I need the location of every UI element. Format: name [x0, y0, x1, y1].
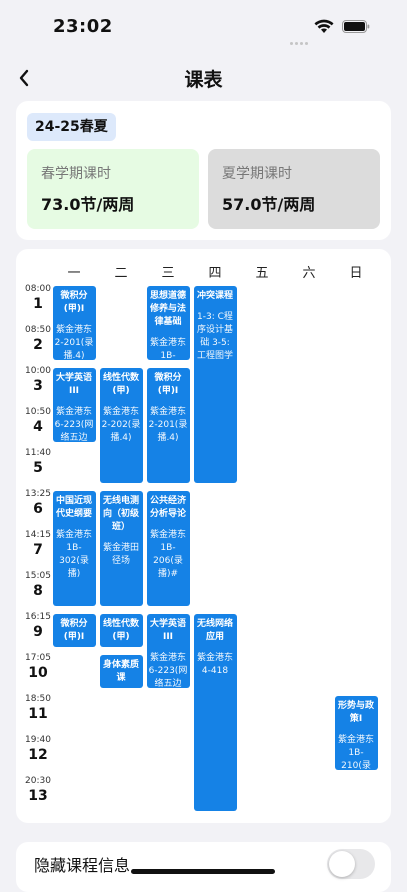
period-time: 16:15	[25, 612, 51, 622]
course-name: 线性代数(甲)	[102, 619, 139, 642]
period-number: 2	[33, 337, 43, 353]
day-header: 三	[161, 266, 175, 281]
course-name: 形势与政策Ⅰ	[337, 701, 374, 724]
spring-term-value: 73.0节/两周	[41, 195, 135, 214]
course-name: 无线电测向（初级班）	[102, 496, 139, 532]
course-name: 大学英语III	[149, 619, 186, 642]
course-room: 紫金港东1B-302(录播)	[149, 338, 186, 360]
period-time: 11:40	[25, 448, 51, 458]
course-name: 思想道德修养与法律基础	[149, 291, 186, 327]
period-time: 19:40	[25, 735, 51, 745]
course-block[interactable]: 线性代数(甲)	[99, 614, 143, 647]
period-time: 13:25	[25, 489, 51, 499]
period-number: 5	[33, 460, 43, 476]
course-block[interactable]: 线性代数(甲) 紫金港东2-202(录播.4)	[99, 368, 143, 483]
day-header: 二	[114, 266, 128, 281]
hide-info-label: 隐藏课程信息	[34, 856, 131, 875]
period-time: 17:05	[25, 653, 51, 663]
wifi-icon	[314, 19, 334, 33]
day-header: 六	[302, 266, 316, 281]
course-room: 紫金港东2-201(录播.4)	[148, 407, 188, 443]
battery-icon	[342, 20, 370, 33]
period-number: 7	[33, 542, 43, 558]
course-block[interactable]: 思想道德修养与法律基础紫金港东1B-302(录播)	[146, 286, 190, 360]
course-name: 身体素质课	[102, 660, 139, 683]
status-time: 23:02	[53, 16, 113, 37]
period-number: 12	[28, 747, 48, 763]
home-indicator	[131, 869, 275, 874]
hide-info-row: 隐藏课程信息	[16, 842, 391, 892]
semester-summary-card: 24-25春夏 春学期课时 73.0节/两周 夏学期课时 57.0节/两周	[16, 101, 391, 240]
period-number: 8	[33, 583, 43, 599]
summer-term-label: 夏学期课时	[222, 166, 292, 182]
course-block[interactable]: 微积分(甲)Ⅰ 紫金港东2-201(录播.4)	[52, 286, 96, 360]
navigation-bar: 课表	[0, 56, 407, 100]
hide-info-toggle[interactable]	[327, 849, 375, 879]
course-block[interactable]: 冲突课程 1-3: C程序设计基础 3-5: 工程图学	[193, 286, 237, 483]
day-header: 日	[349, 266, 363, 281]
period-number: 6	[33, 501, 43, 517]
course-name: 中国近现代史纲要	[55, 496, 92, 519]
period-time: 14:15	[25, 530, 51, 540]
course-block[interactable]: 无线电测向（初级班） 紫金港田径场	[99, 491, 143, 606]
period-time: 18:50	[25, 694, 51, 704]
course-room: 紫金港东1B-210(录播.4)#	[337, 735, 374, 770]
course-room: 紫金港东6-223(网络五边菱)(录播)	[54, 407, 94, 442]
status-bar: 23:02	[0, 0, 407, 52]
period-time: 10:00	[25, 366, 51, 376]
course-block[interactable]: 无线网络应用 紫金港东4-418	[193, 614, 237, 811]
cellular-signal-icon	[290, 30, 312, 45]
course-block[interactable]: 大学英语III 紫金港东6-223(网络五边菱)(录播)	[52, 368, 96, 442]
course-room: 1-3: C程序设计基础 3-5: 工程图学	[196, 312, 233, 361]
course-block[interactable]: 微积分(甲)Ⅰ	[52, 614, 96, 647]
period-number: 11	[28, 706, 48, 722]
period-number: 9	[33, 624, 43, 640]
summer-term-stat[interactable]: 夏学期课时 57.0节/两周	[208, 149, 380, 229]
page-title: 课表	[184, 69, 223, 91]
period-number: 4	[33, 419, 43, 435]
course-name: 无线网络应用	[196, 619, 233, 642]
course-block[interactable]: 身体素质课	[99, 655, 143, 688]
period-time: 08:00	[25, 284, 51, 294]
period-time: 08:50	[25, 325, 51, 335]
day-header: 四	[208, 266, 222, 281]
course-block[interactable]: 公共经济分析导论紫金港东1B-206(录播)#	[146, 491, 190, 606]
day-header: 一	[67, 266, 81, 281]
period-time: 15:05	[25, 571, 51, 581]
period-number: 3	[33, 378, 43, 394]
course-block[interactable]: 大学英语III 紫金港东6-223(网络五边菱)(录播)	[146, 614, 190, 688]
course-name: 微积分(甲)Ⅰ	[154, 373, 182, 396]
course-name: 微积分(甲)Ⅰ	[60, 619, 88, 642]
course-name: 微积分(甲)Ⅰ	[60, 291, 88, 314]
day-header: 五	[255, 266, 269, 281]
course-name: 公共经济分析导论	[149, 496, 186, 519]
period-time: 10:50	[25, 407, 51, 417]
course-name: 线性代数(甲)	[102, 373, 139, 396]
course-block[interactable]: 形势与政策Ⅰ 紫金港东1B-210(录播.4)#	[334, 696, 378, 770]
course-room: 紫金港东1B-206(录播)#	[149, 530, 186, 579]
course-room: 紫金港东2-201(录播.4)	[54, 325, 94, 360]
summer-term-value: 57.0节/两周	[222, 195, 316, 214]
spring-term-label: 春学期课时	[41, 166, 111, 182]
term-badge[interactable]: 24-25春夏	[27, 113, 116, 141]
course-block[interactable]: 微积分(甲)Ⅰ 紫金港东2-201(录播.4)	[146, 368, 190, 483]
course-room: 紫金港东1B-302(录播)	[55, 530, 92, 579]
course-name: 冲突课程	[196, 291, 233, 301]
period-number: 13	[28, 788, 48, 804]
spring-term-stat[interactable]: 春学期课时 73.0节/两周	[27, 149, 199, 229]
toggle-knob	[329, 851, 355, 877]
course-name: 大学英语III	[55, 373, 92, 396]
course-room: 紫金港东2-202(录播.4)	[101, 407, 141, 443]
period-time: 20:30	[25, 776, 51, 786]
period-number: 10	[28, 665, 48, 681]
course-room: 紫金港田径场	[102, 543, 139, 566]
course-room: 紫金港东4-418	[196, 653, 233, 676]
period-number: 1	[33, 296, 43, 312]
course-block[interactable]: 中国近现代史纲要紫金港东1B-302(录播)	[52, 491, 96, 606]
course-room: 紫金港东6-223(网络五边菱)(录播)	[148, 653, 188, 688]
